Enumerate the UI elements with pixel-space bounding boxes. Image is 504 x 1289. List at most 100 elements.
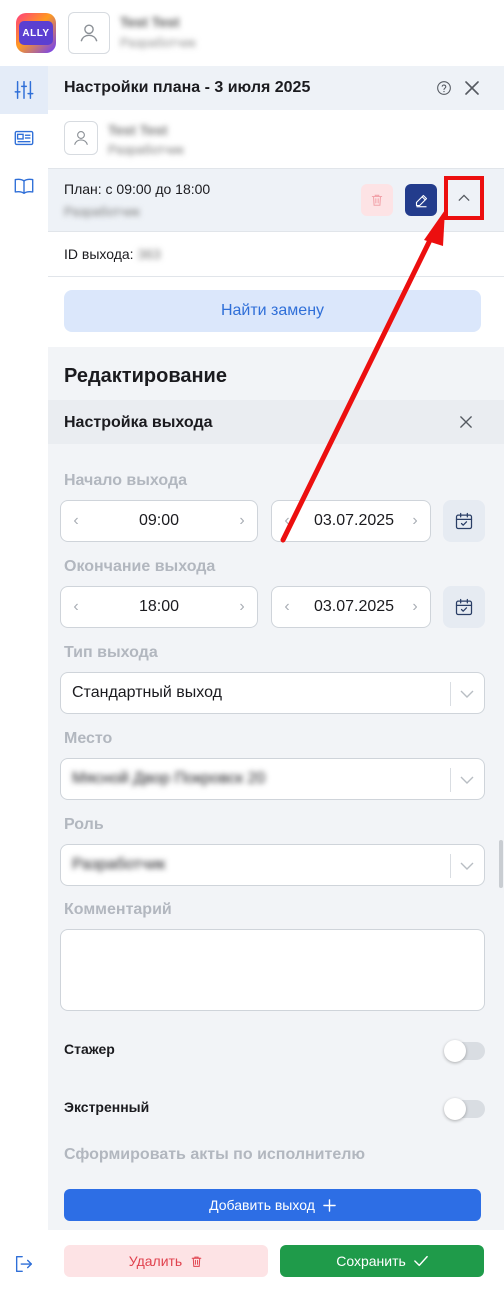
- avatar[interactable]: [68, 12, 110, 54]
- top-user-role: Разработчик: [120, 35, 196, 50]
- start-time-stepper[interactable]: ‹ 09:00 ›: [60, 500, 258, 542]
- close-icon: [460, 416, 472, 428]
- exit-settings-header: Настройка выхода: [48, 400, 504, 444]
- book-icon: [14, 178, 34, 195]
- chevron-right-icon[interactable]: ›: [404, 501, 426, 541]
- chevron-down-icon: [458, 685, 476, 703]
- rail-logout[interactable]: [0, 1240, 48, 1288]
- panel-user-row: Test Test Разработчик: [48, 110, 504, 168]
- place-label: Место: [64, 730, 113, 747]
- user-icon: [80, 24, 98, 42]
- rail-book[interactable]: [0, 162, 48, 210]
- close-icon: [465, 81, 479, 95]
- acts-label: Сформировать акты по исполнителю: [64, 1146, 366, 1163]
- start-time-value: 09:00: [138, 512, 180, 529]
- app-logo-text: ALLY: [19, 21, 53, 45]
- plan-settings-panel: Настройки плана - 3 июля 2025 Test Test …: [48, 66, 504, 1289]
- delete-label: Удалить: [128, 1253, 183, 1269]
- exit-id-value: 363: [137, 246, 161, 262]
- role-label: Роль: [64, 816, 104, 833]
- panel-user-name: Test Test: [108, 122, 168, 138]
- trash-icon: [371, 194, 383, 206]
- edit-plan-button[interactable]: [405, 184, 437, 216]
- role-select-value: Разработчик: [72, 856, 166, 873]
- exit-id-label: ID выхода: 363: [64, 246, 161, 262]
- start-date-value: 03.07.2025: [313, 512, 395, 529]
- add-exit-label: Добавить выход: [209, 1197, 315, 1213]
- chevron-left-icon[interactable]: ‹: [276, 501, 298, 541]
- panel-avatar: [64, 121, 98, 155]
- emergency-toggle[interactable]: [444, 1098, 485, 1120]
- role-select[interactable]: Разработчик: [60, 844, 485, 886]
- check-icon: [413, 1255, 428, 1267]
- end-time-stepper[interactable]: ‹ 18:00 ›: [60, 586, 258, 628]
- find-replacement-button[interactable]: Найти замену: [64, 290, 481, 332]
- help-button[interactable]: [434, 78, 454, 98]
- place-select[interactable]: Мясной Двор Покровск 20: [60, 758, 485, 800]
- end-calendar-button[interactable]: [443, 586, 485, 628]
- rail-settings[interactable]: [0, 66, 48, 114]
- panel-header: Настройки плана - 3 июля 2025: [48, 66, 504, 110]
- type-label: Тип выхода: [64, 644, 158, 661]
- close-exit-settings-button[interactable]: [458, 414, 474, 430]
- end-time-value: 18:00: [138, 598, 180, 615]
- calendar-icon: [455, 512, 473, 530]
- app-logo[interactable]: ALLY: [16, 13, 56, 53]
- rail-cards[interactable]: [0, 114, 48, 162]
- top-user-name: Test Test: [120, 14, 180, 30]
- left-rail: [0, 66, 48, 1289]
- save-label: Сохранить: [336, 1253, 406, 1269]
- plan-row: План: с 09:00 до 18:00 Разработчик: [48, 168, 504, 232]
- find-replacement-section: Найти замену: [48, 277, 504, 347]
- chevron-left-icon[interactable]: ‹: [276, 587, 298, 627]
- calendar-icon: [455, 598, 473, 616]
- chevron-right-icon[interactable]: ›: [404, 587, 426, 627]
- add-exit-button[interactable]: Добавить выход: [64, 1189, 481, 1221]
- help-icon: [437, 81, 451, 95]
- delete-plan-button[interactable]: [361, 184, 393, 216]
- chevron-left-icon[interactable]: ‹: [65, 587, 87, 627]
- close-panel-button[interactable]: [462, 78, 482, 98]
- user-icon: [74, 131, 88, 145]
- type-select[interactable]: Стандартный выход: [60, 672, 485, 714]
- trainee-label: Стажер: [64, 1041, 115, 1057]
- top-bar: ALLY Test Test Разработчик: [0, 0, 504, 66]
- end-date-value: 03.07.2025: [313, 598, 395, 615]
- comment-textarea[interactable]: [60, 929, 485, 1011]
- start-calendar-button[interactable]: [443, 500, 485, 542]
- edit-section-title: Редактирование: [64, 365, 227, 387]
- pencil-icon: [415, 194, 427, 207]
- toggle-knob: [444, 1098, 466, 1120]
- logout-icon: [15, 1255, 33, 1273]
- place-select-value: Мясной Двор Покровск 20: [72, 770, 266, 787]
- plan-title: План: с 09:00 до 18:00: [64, 181, 211, 197]
- save-button[interactable]: Сохранить: [280, 1245, 484, 1277]
- panel-footer: Удалить Сохранить: [48, 1230, 504, 1289]
- chevron-down-icon: [458, 857, 476, 875]
- start-label: Начало выхода: [64, 472, 188, 489]
- trash-icon: [191, 1256, 202, 1267]
- emergency-label: Экстренный: [64, 1099, 150, 1115]
- end-label: Окончание выхода: [64, 558, 216, 575]
- chevron-up-icon: [458, 194, 470, 202]
- plan-role: Разработчик: [64, 204, 140, 219]
- toggle-knob: [444, 1040, 466, 1062]
- scrollbar-thumb[interactable]: [499, 840, 503, 888]
- chevron-left-icon[interactable]: ‹: [65, 501, 87, 541]
- panel-title: Настройки плана - 3 июля 2025: [64, 79, 311, 96]
- chevron-right-icon[interactable]: ›: [231, 587, 253, 627]
- chevron-right-icon[interactable]: ›: [231, 501, 253, 541]
- start-date-stepper[interactable]: ‹ 03.07.2025 ›: [271, 500, 431, 542]
- type-select-value: Стандартный выход: [72, 684, 222, 701]
- sliders-icon: [14, 81, 34, 99]
- end-date-stepper[interactable]: ‹ 03.07.2025 ›: [271, 586, 431, 628]
- plus-icon: [323, 1198, 336, 1212]
- exit-settings-title: Настройка выхода: [64, 414, 213, 431]
- exit-id-row: ID выхода: 363: [48, 232, 504, 277]
- collapse-plan-button[interactable]: [444, 176, 484, 220]
- trainee-toggle[interactable]: [444, 1040, 485, 1062]
- delete-button[interactable]: Удалить: [64, 1245, 268, 1277]
- panel-user-role: Разработчик: [108, 142, 184, 157]
- chevron-down-icon: [458, 771, 476, 789]
- comment-label: Комментарий: [64, 901, 172, 918]
